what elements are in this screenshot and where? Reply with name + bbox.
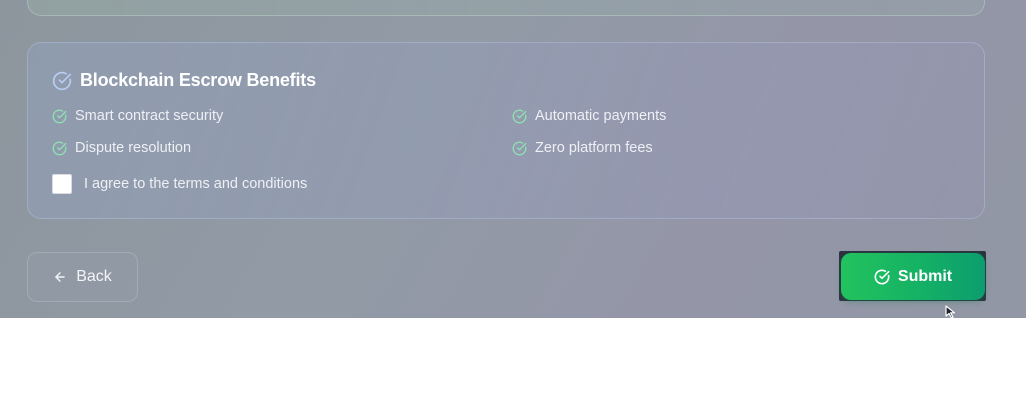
previous-section-card xyxy=(27,0,985,16)
benefit-label: Smart contract security xyxy=(75,108,224,124)
modal-backdrop: Blockchain Escrow Benefits Smart contrac… xyxy=(0,0,1026,318)
benefit-item: Zero platform fees xyxy=(512,140,653,156)
check-circle-icon xyxy=(52,109,67,124)
check-circle-icon xyxy=(52,141,67,156)
submit-button[interactable]: Submit xyxy=(841,253,985,300)
benefits-heading: Blockchain Escrow Benefits xyxy=(52,70,316,91)
back-button-label: Back xyxy=(76,268,112,285)
submit-button-label: Submit xyxy=(897,267,953,285)
escrow-benefits-card: Blockchain Escrow Benefits Smart contrac… xyxy=(27,42,985,219)
check-circle-icon xyxy=(512,141,527,156)
check-circle-icon xyxy=(512,109,527,124)
benefit-item: Automatic payments xyxy=(512,108,666,124)
check-circle-icon xyxy=(874,269,890,285)
benefit-label: Zero platform fees xyxy=(535,140,653,156)
benefit-label: Dispute resolution xyxy=(75,140,192,156)
benefits-title: Blockchain Escrow Benefits xyxy=(80,70,316,90)
terms-label[interactable]: I agree to the terms and conditions xyxy=(84,176,307,192)
benefit-item: Smart contract security xyxy=(52,108,223,124)
terms-checkbox[interactable] xyxy=(52,174,72,194)
arrow-left-icon xyxy=(53,270,67,284)
back-button[interactable]: Back xyxy=(27,252,138,302)
check-circle-icon xyxy=(52,71,72,91)
mouse-pointer-icon xyxy=(944,304,960,318)
benefit-item: Dispute resolution xyxy=(52,140,191,156)
terms-agreement[interactable]: I agree to the terms and conditions xyxy=(52,174,307,194)
benefit-label: Automatic payments xyxy=(535,108,667,124)
